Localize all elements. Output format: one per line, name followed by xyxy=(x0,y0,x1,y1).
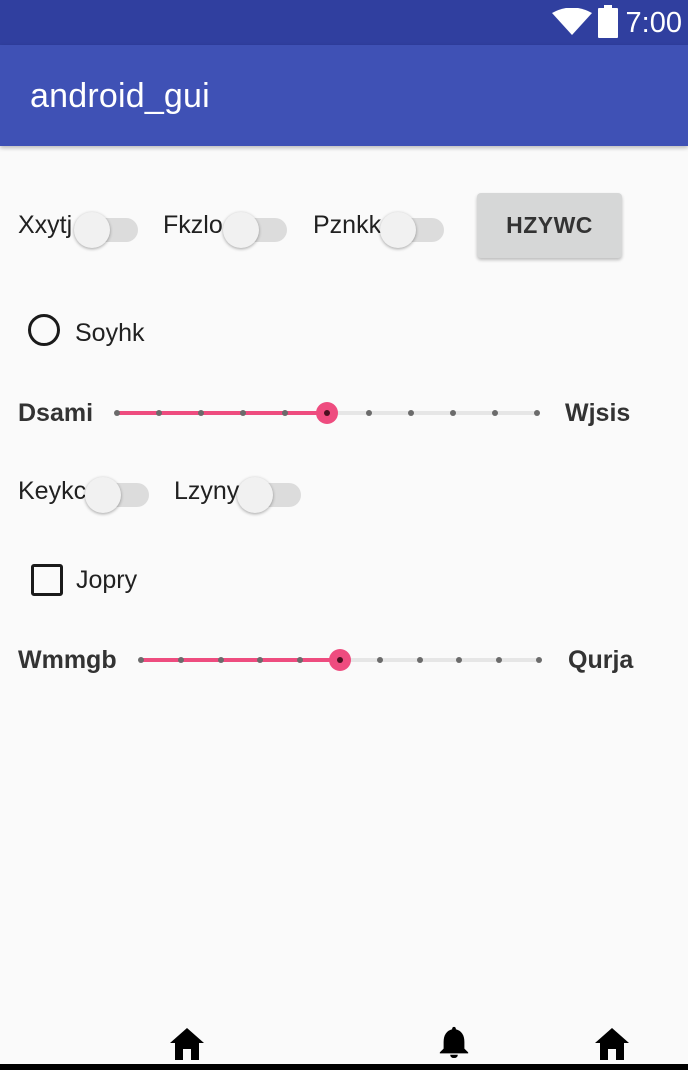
slider1-left-label: Dsami xyxy=(18,399,94,427)
switch-label-pznkk: Pznkk xyxy=(313,211,382,239)
switch-thumb xyxy=(223,212,259,248)
switch-label-xxytj: Xxytj xyxy=(18,211,73,239)
slider-tick xyxy=(536,657,542,663)
slider-thumb[interactable] xyxy=(316,402,338,424)
slider-tick xyxy=(156,410,162,416)
slider-tick xyxy=(408,410,414,416)
checkbox-label-jopry: Jopry xyxy=(76,566,138,594)
slider-fill xyxy=(117,411,327,415)
slider-tick xyxy=(450,410,456,416)
status-bar: 7:00 xyxy=(0,0,688,45)
slider-tick xyxy=(534,410,540,416)
hzywc-button[interactable]: HZYWC xyxy=(477,193,622,258)
slider-thumb[interactable] xyxy=(329,649,351,671)
slider-tick xyxy=(114,410,120,416)
slider-tick xyxy=(496,657,503,663)
switch-fkzlo[interactable] xyxy=(223,204,293,248)
slider-tick xyxy=(282,410,288,416)
wifi-icon xyxy=(552,8,592,35)
switch-xxytj[interactable] xyxy=(74,204,144,248)
switch-pznkk[interactable] xyxy=(380,204,450,248)
switch-keykc[interactable] xyxy=(85,469,155,513)
radio-label-soyhk: Soyhk xyxy=(75,319,145,347)
slider2-left-label: Wmmgb xyxy=(18,646,117,674)
slider-tick xyxy=(416,657,423,663)
slider-tick xyxy=(376,657,383,663)
navigation-bar-edge xyxy=(0,1064,688,1070)
slider-dsami-wjsis[interactable] xyxy=(114,398,540,428)
slider-tick xyxy=(456,657,463,663)
switch-lzyny[interactable] xyxy=(237,469,307,513)
bell-icon[interactable] xyxy=(436,1025,472,1059)
battery-icon xyxy=(598,5,618,38)
slider-tick xyxy=(240,410,246,416)
switch-label-keykc: Keykc xyxy=(18,477,87,505)
switch-label-fkzlo: Fkzlo xyxy=(163,211,223,239)
slider-tick xyxy=(138,657,144,663)
status-time: 7:00 xyxy=(625,7,682,39)
switch-thumb xyxy=(237,477,273,513)
home-icon[interactable] xyxy=(594,1027,630,1061)
slider-wmmgb-qurja[interactable] xyxy=(138,645,542,675)
slider1-right-label: Wjsis xyxy=(565,399,631,427)
checkbox-jopry[interactable] xyxy=(31,564,63,596)
slider-tick xyxy=(257,657,264,663)
slider-tick xyxy=(297,657,304,663)
app-title: android_gui xyxy=(30,77,210,115)
slider-tick xyxy=(217,657,224,663)
slider-tick xyxy=(177,657,184,663)
slider-tick xyxy=(492,410,498,416)
radio-soyhk[interactable] xyxy=(28,314,60,346)
slider2-right-label: Qurja xyxy=(568,646,634,674)
app-bar: android_gui xyxy=(0,45,688,146)
switch-thumb xyxy=(74,212,110,248)
switch-thumb xyxy=(85,477,121,513)
slider-tick xyxy=(366,410,372,416)
slider-fill xyxy=(141,658,340,662)
switch-label-lzyny: Lzyny xyxy=(174,477,240,505)
slider-tick xyxy=(198,410,204,416)
switch-thumb xyxy=(380,212,416,248)
home-icon[interactable] xyxy=(169,1027,205,1061)
